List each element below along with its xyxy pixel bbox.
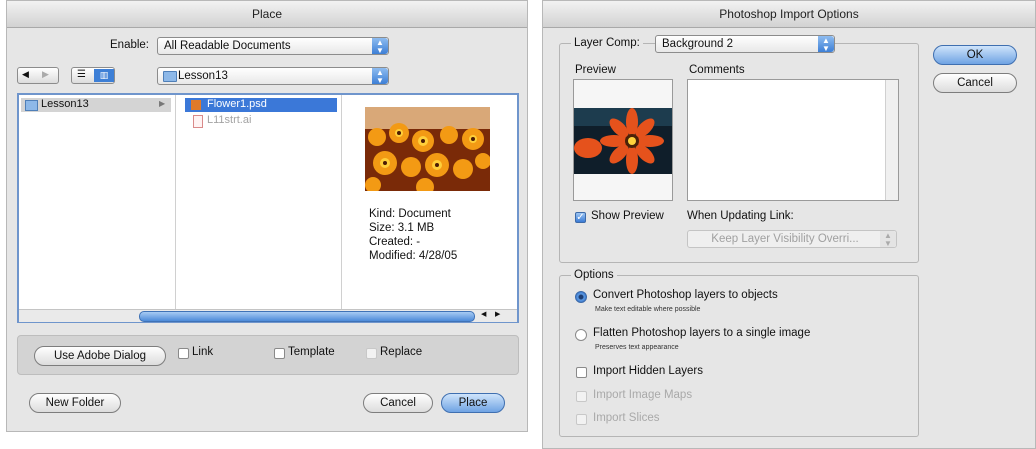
ai-file-icon (193, 115, 203, 128)
file-browser: Lesson13 ▶ Flower1.psd L11strt.ai Kind: … (17, 93, 519, 323)
enable-select[interactable]: All Readable Documents ▲ ▼ (157, 37, 389, 55)
folder-icon (163, 71, 177, 82)
file-name: Flower1.psd (207, 98, 267, 110)
scroll-right-icon[interactable]: ▶ (495, 310, 500, 318)
list-view-icon[interactable]: ☰ (77, 69, 86, 80)
link-checkbox[interactable] (178, 348, 189, 359)
when-updating-label: When Updating Link: (687, 210, 794, 222)
info-size: Size: 3.1 MB (369, 222, 435, 234)
chevron-updown-icon: ▲ ▼ (818, 36, 834, 53)
link-label: Link (192, 346, 214, 358)
import-image-maps-checkbox[interactable] (576, 391, 587, 402)
info-kind: Kind: Document (369, 208, 451, 220)
place-button[interactable]: Place (441, 393, 505, 413)
import-slices-checkbox[interactable] (576, 414, 587, 425)
convert-layers-label: Convert Photoshop layers to objects (593, 289, 778, 301)
info-created: Created: - (369, 236, 421, 248)
place-title: Place (7, 1, 527, 28)
info-modified: Modified: 4/28/05 (369, 250, 458, 262)
import-hidden-layers-checkbox[interactable] (576, 367, 587, 378)
scrollbar-thumb[interactable] (139, 311, 475, 322)
horizontal-scrollbar[interactable]: ◀ ▶ (19, 309, 517, 322)
browser-column-1: Lesson13 ▶ (19, 95, 176, 311)
convert-layers-radio[interactable] (575, 291, 587, 303)
flatten-layers-radio[interactable] (575, 329, 587, 341)
chevron-updown-icon: ▲ ▼ (372, 68, 388, 85)
import-hidden-layers-label: Import Hidden Layers (593, 365, 703, 377)
back-arrow-icon[interactable]: ◀ (22, 69, 29, 80)
comments-scrollbar[interactable] (885, 80, 898, 200)
comments-textarea[interactable] (687, 79, 899, 201)
file-name: L11strt.ai (207, 114, 252, 126)
import-slices-label: Import Slices (593, 412, 660, 424)
enable-select-value: All Readable Documents (164, 40, 291, 52)
psd-file-icon (191, 100, 201, 110)
cancel-button[interactable]: Cancel (933, 73, 1017, 93)
location-value: Lesson13 (178, 70, 228, 82)
chevron-updown-icon: ▲ ▼ (880, 231, 896, 248)
place-dialog: Place Enable: All Readable Documents ▲ ▼ … (6, 0, 528, 432)
replace-label: Replace (380, 346, 423, 358)
file-row-l11strt[interactable]: L11strt.ai (185, 114, 337, 128)
file-row-flower1[interactable]: Flower1.psd (185, 98, 337, 112)
folder-icon (25, 100, 38, 111)
show-preview-label: Show Preview (591, 210, 664, 222)
keep-visibility-select[interactable]: Keep Layer Visibility Overri... ▲ ▼ (687, 230, 897, 248)
show-preview-checkbox[interactable]: ✓ (575, 212, 586, 223)
photoshop-import-dialog: Photoshop Import Options Layer Comp: Bac… (542, 0, 1036, 449)
template-label: Template (288, 346, 335, 358)
options-label: Options (571, 269, 617, 281)
location-select[interactable]: Lesson13 ▲ ▼ (157, 67, 389, 85)
cancel-button[interactable]: Cancel (363, 393, 433, 413)
psimport-title: Photoshop Import Options (543, 1, 1035, 28)
scroll-left-icon[interactable]: ◀ (481, 310, 486, 318)
browser-column-2: Flower1.psd L11strt.ai (185, 95, 342, 311)
keep-visibility-value: Keep Layer Visibility Overri... (711, 233, 859, 245)
chevron-updown-icon: ▲ ▼ (372, 38, 388, 55)
convert-layers-note: Make text editable where possible (595, 306, 701, 313)
flower-thumbnail-image (365, 107, 490, 191)
preview-box (573, 79, 673, 201)
flower-preview-image (574, 108, 672, 174)
template-checkbox[interactable] (274, 348, 285, 359)
preview-column: Kind: Document Size: 3.1 MB Created: - M… (349, 95, 519, 311)
layer-comp-select[interactable]: Background 2 ▲ ▼ (655, 35, 835, 53)
flatten-layers-label: Flatten Photoshop layers to a single ima… (593, 327, 811, 339)
sidebar-item-label: Lesson13 (41, 98, 89, 110)
new-folder-button[interactable]: New Folder (29, 393, 121, 413)
back-forward-buttons: ◀ ▶ (17, 67, 59, 84)
flatten-layers-note: Preserves text appearance (595, 344, 679, 351)
place-options-area: Use Adobe Dialog Link Template Replace (17, 335, 519, 375)
comments-label: Comments (689, 64, 745, 76)
preview-label: Preview (575, 64, 616, 76)
forward-arrow-icon[interactable]: ▶ (42, 69, 49, 80)
layer-comp-label: Layer Comp: (571, 37, 643, 49)
sidebar-item-lesson13[interactable]: Lesson13 ▶ (21, 98, 171, 112)
view-buttons: ☰ ▥ (71, 67, 115, 84)
file-info: Kind: Document Size: 3.1 MB Created: - M… (369, 207, 457, 263)
chevron-right-icon: ▶ (159, 99, 166, 108)
import-image-maps-label: Import Image Maps (593, 389, 693, 401)
column-view-icon[interactable]: ▥ (94, 69, 114, 82)
enable-label: Enable: (110, 39, 150, 51)
layer-comp-value: Background 2 (662, 38, 733, 50)
replace-checkbox[interactable] (366, 348, 377, 359)
use-adobe-dialog-button[interactable]: Use Adobe Dialog (34, 346, 166, 366)
ok-button[interactable]: OK (933, 45, 1017, 65)
